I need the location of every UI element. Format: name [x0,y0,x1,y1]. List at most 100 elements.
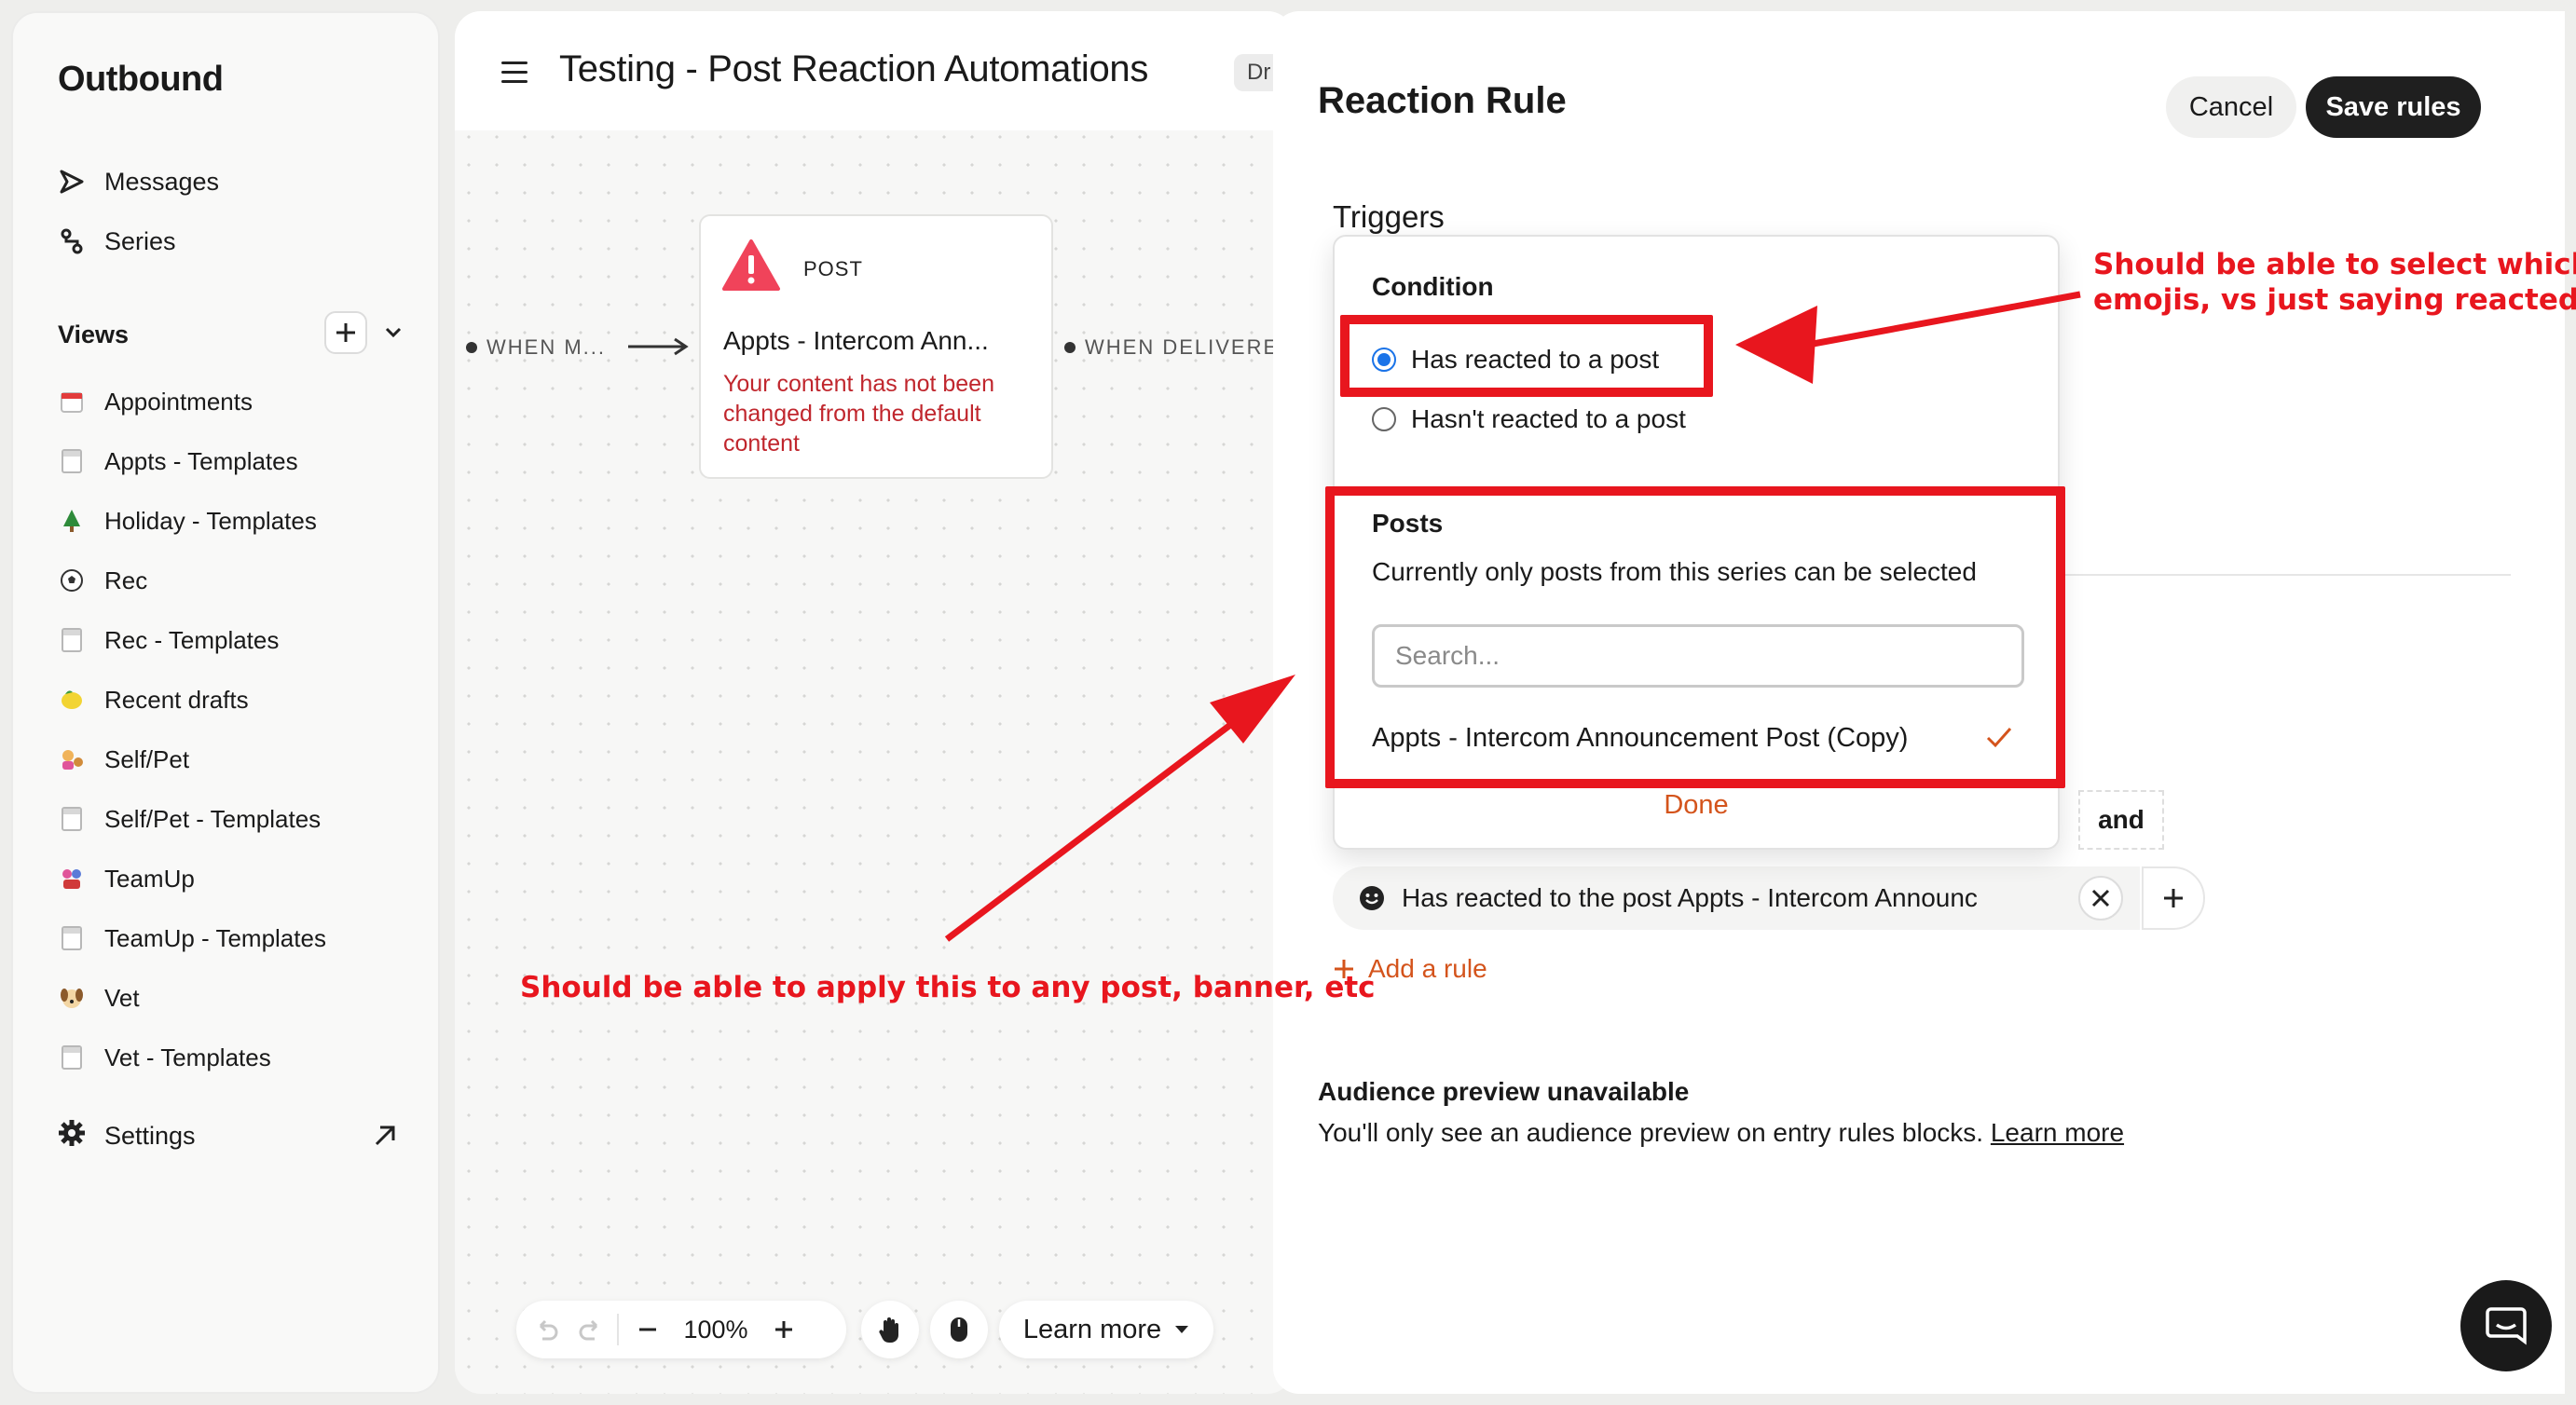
radio-unselected-icon[interactable] [1372,407,1396,431]
sidebar-item-vet[interactable]: Vet [58,975,140,1021]
person-pet-icon [58,745,86,773]
template-icon [58,447,86,475]
add-or-rule-button[interactable] [2142,866,2205,930]
sidebar-item-self-pet-templates[interactable]: Self/Pet - Templates [58,796,321,842]
sidebar-item-vet-templates[interactable]: Vet - Templates [58,1034,271,1081]
learn-more-link[interactable]: Learn more [1991,1118,2124,1147]
sidebar-item-label: Messages [104,167,220,196]
condition-heading: Condition [1372,272,1494,301]
sidebar-item-recent-drafts[interactable]: Recent drafts [58,676,249,723]
panel-title: Reaction Rule [1318,80,1567,121]
sidebar-item-teamup[interactable]: TeamUp [58,855,195,902]
minus-icon [639,1328,656,1331]
send-icon [58,168,86,196]
sidebar-item-label: Vet [104,983,140,1012]
save-rules-button[interactable]: Save rules [2306,76,2481,138]
post-option[interactable]: Appts - Intercom Announcement Post (Copy… [1372,716,2024,760]
plus-icon [775,1321,792,1338]
sidebar-item-holiday-templates[interactable]: Holiday - Templates [58,498,317,544]
condition-label: Has reacted to a post [1411,345,1660,374]
learn-more-dropdown[interactable]: Learn more [999,1301,1213,1358]
sidebar-item-label: Appts - Templates [104,446,298,475]
audience-title: Audience preview unavailable [1318,1077,1690,1106]
arrow-up-right-icon [375,1125,395,1146]
rule-chip[interactable]: Has reacted to the post Appts - Intercom… [1333,866,2140,930]
sidebar-item-settings[interactable]: Settings [58,1112,196,1159]
series-icon [58,227,86,255]
plus-icon [2164,889,2183,907]
sidebar-item-label: Settings [104,1121,196,1150]
template-icon [58,1044,86,1071]
menu-icon[interactable] [501,61,528,84]
cancel-button[interactable]: Cancel [2166,76,2296,138]
flow-edge-left[interactable]: WHEN M... [466,335,606,360]
checkmark-icon [1986,728,2012,748]
flow-edge-label: WHEN M... [486,335,606,359]
sidebar-item-label: Appointments [104,387,253,416]
open-external-button[interactable] [371,1122,399,1150]
sidebar-item-label: Rec - Templates [104,625,280,654]
learn-more-label: Learn more [1022,1314,1162,1344]
zoom-out-button[interactable] [624,1301,671,1358]
post-node-card[interactable]: POST Appts - Intercom Ann... Your conten… [699,214,1053,479]
post-search-input[interactable] [1372,624,2024,688]
dog-icon [58,984,86,1012]
flow-canvas[interactable]: Testing - Post Reaction Automations Dr W… [455,11,1294,1394]
add-view-button[interactable] [324,311,367,354]
redo-icon [579,1319,598,1341]
and-operator-button[interactable]: and [2078,790,2164,850]
condition-option-has-reacted[interactable]: Has reacted to a post [1372,341,1659,378]
post-warning-text: Your content has not been changed from t… [723,371,994,457]
zoom-in-button[interactable] [760,1301,807,1358]
canvas-header: Testing - Post Reaction Automations Dr [455,11,1294,130]
done-button[interactable]: Done [1335,790,2058,821]
smiley-icon [1360,886,1384,910]
soccer-ball-icon [58,566,86,594]
hand-icon [879,1317,898,1344]
template-icon [58,924,86,952]
flow-edge-right[interactable]: WHEN DELIVERE [1064,335,1279,360]
sidebar-item-appointments[interactable]: Appointments [58,378,253,425]
sidebar-item-teamup-templates[interactable]: TeamUp - Templates [58,915,326,962]
zoom-toolbar: 100% [516,1301,846,1358]
sidebar-item-label: TeamUp [104,864,195,893]
calendar-icon [58,388,86,416]
rule-text: Has reacted to the post Appts - Intercom… [1402,883,1978,912]
posts-heading: Posts [1372,509,1444,538]
messenger-launcher-button[interactable] [2460,1280,2552,1371]
plus-icon [336,323,355,342]
sidebar-item-label: Rec [104,566,148,594]
close-icon [2091,889,2110,907]
radio-selected-icon[interactable] [1372,348,1396,372]
remove-rule-button[interactable] [2078,876,2123,921]
warning-icon [722,239,780,291]
sidebar-title: Outbound [58,60,224,99]
sidebar-item-self-pet[interactable]: Self/Pet [58,736,189,783]
sidebar-item-messages[interactable]: Messages [58,158,219,205]
sidebar-item-label: Self/Pet [104,744,190,773]
annotation-text-any-post: Should be able to apply this to any post… [520,971,1376,1004]
views-collapse-button[interactable] [382,319,404,347]
chevron-down-icon [385,327,402,338]
gear-icon [58,1119,86,1153]
sidebar-item-label: Holiday - Templates [104,506,317,535]
annotation-text-emojis-line1: Should be able to select which [2093,248,2576,281]
arrow-right-icon [628,337,689,356]
sidebar-item-rec[interactable]: Rec [58,557,147,604]
mouse-mode-button[interactable] [930,1301,988,1358]
condition-label: Hasn't reacted to a post [1411,404,1686,433]
redo-button[interactable] [569,1301,611,1358]
tree-icon [58,507,86,535]
post-title: Appts - Intercom Ann... [723,326,989,355]
sidebar-item-appts-templates[interactable]: Appts - Templates [58,438,298,484]
team-icon [58,865,86,893]
undo-button[interactable] [526,1301,569,1358]
template-icon [58,805,86,833]
annotation-text-emojis-line2: emojis, vs just saying reacted to [2093,283,2576,317]
trigger-dropdown: Condition Has reacted to a post Hasn't r… [1333,235,2060,850]
pan-tool-button[interactable] [861,1301,919,1358]
sidebar-item-rec-templates[interactable]: Rec - Templates [58,617,279,663]
sidebar-item-series[interactable]: Series [58,218,176,265]
condition-option-hasnt-reacted[interactable]: Hasn't reacted to a post [1372,401,1686,438]
undo-icon [539,1319,558,1341]
